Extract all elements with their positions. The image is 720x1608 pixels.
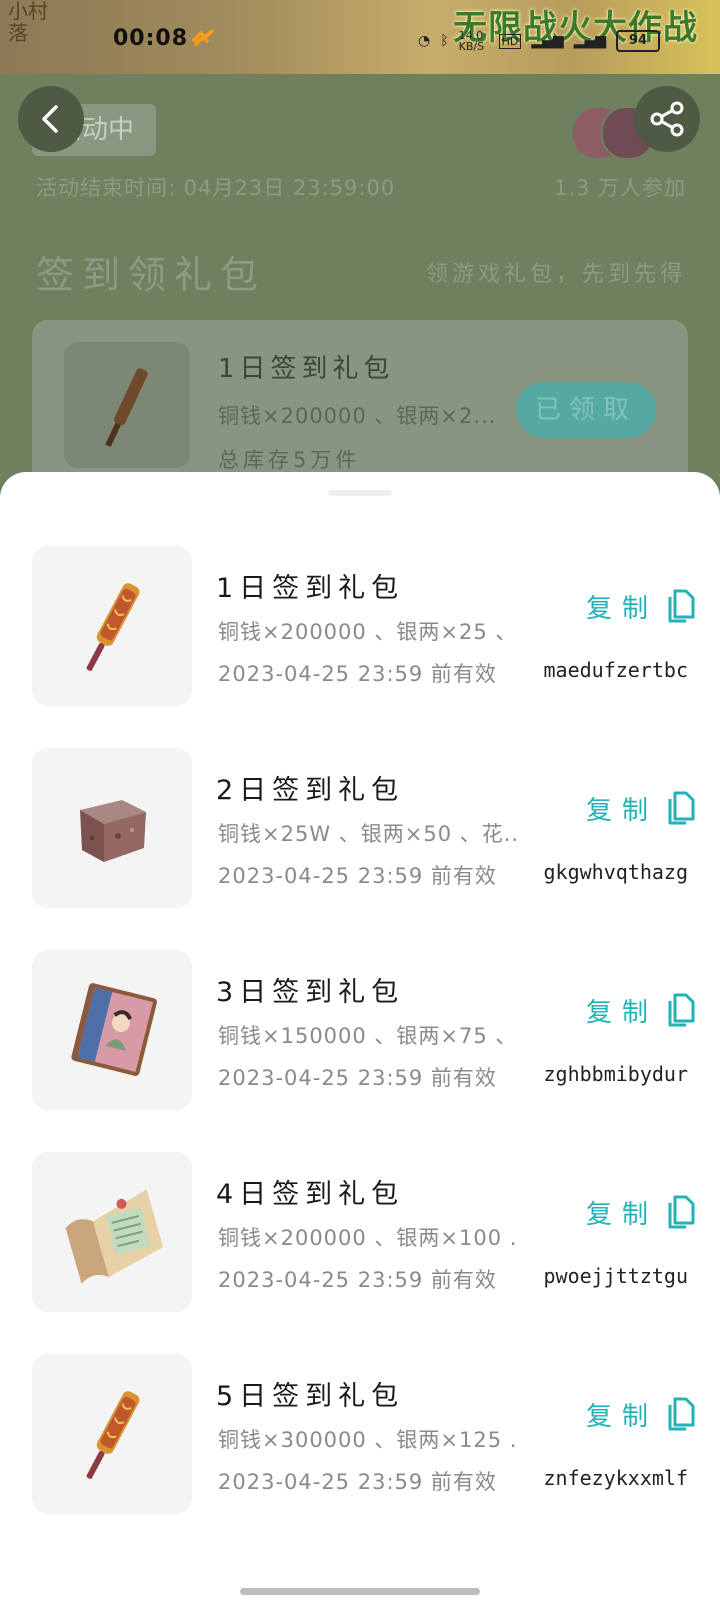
gift-desc: 铜钱×200000 、银两×100 ...: [218, 1226, 518, 1250]
scroll-rod-icon: [86, 583, 140, 671]
gift-title: 2日签到礼包: [216, 775, 405, 806]
copy-label: 复制: [586, 795, 659, 826]
home-indicator[interactable]: [240, 1588, 480, 1595]
alarm-icon: ◔: [418, 33, 431, 49]
list-item: 2日签到礼包 铜钱×25W 、银两×50 、花... 2023-04-25 23…: [0, 748, 720, 908]
battery-indicator: 94: [616, 30, 660, 52]
gift-valid-date: 2023-04-25 23:59 前有效: [218, 1066, 497, 1090]
gift-code[interactable]: zghbbmibydur: [544, 1062, 689, 1086]
portrait-book-icon: [71, 983, 157, 1076]
share-button[interactable]: [634, 86, 700, 152]
gift-code[interactable]: maedufzertbc: [544, 658, 689, 682]
paper-scroll-icon: [65, 1189, 164, 1284]
gift-thumbnail: [32, 748, 192, 908]
copy-button[interactable]: 复制: [586, 1192, 696, 1232]
gift-code[interactable]: gkgwhvqthazg: [544, 860, 689, 884]
gift-thumbnail: [32, 1152, 192, 1312]
stone-block-icon: [80, 800, 146, 862]
hd-badge: HD: [498, 33, 522, 49]
bluetooth-icon: ᛒ: [440, 33, 449, 49]
status-icons: ◔ ᛒ 14.0 KB/S HD ▂▄▆ ▂▄▆ 94: [418, 30, 660, 52]
status-time: 00:08: [113, 26, 189, 51]
gift-title: 4日签到礼包: [216, 1179, 405, 1210]
scroll-rod-icon: [105, 368, 148, 448]
list-item: 3日签到礼包 铜钱×150000 、银两×75 、... 2023-04-25 …: [0, 950, 720, 1110]
copy-button[interactable]: 复制: [586, 586, 696, 626]
signal-icon-2: ▂▄▆: [573, 33, 606, 49]
copy-button[interactable]: 复制: [586, 788, 696, 828]
copy-icon: [668, 993, 695, 1027]
gift-desc: 铜钱×300000 、银两×125 ...: [218, 1428, 518, 1452]
gift-thumbnail: [64, 342, 190, 468]
gift-card-title: 1日签到礼包: [218, 354, 395, 384]
claimed-button[interactable]: 已领取: [516, 382, 656, 438]
banner-logo: 小村落: [8, 0, 48, 45]
gift-code[interactable]: pwoejjttztgu: [544, 1264, 689, 1288]
gift-thumbnail: [32, 1354, 192, 1514]
gift-title: 5日签到礼包: [216, 1381, 405, 1412]
gift-desc: 铜钱×200000 、银两×25 、...: [218, 620, 518, 644]
gift-desc: 铜钱×25W 、银两×50 、花...: [218, 822, 518, 846]
list-item: 5日签到礼包 铜钱×300000 、银两×125 ... 2023-04-25 …: [0, 1354, 720, 1514]
section-title: 签到领礼包: [36, 253, 267, 297]
gift-valid-date: 2023-04-25 23:59 前有效: [218, 864, 497, 888]
activity-page: 小村落 无限战火大作战 00:08 ◔ ᛒ 14.0 KB/S HD ▂▄▆ ▂…: [0, 0, 720, 520]
gift-desc: 铜钱×150000 、银两×75 、...: [218, 1024, 518, 1048]
copy-icon: [668, 1397, 695, 1431]
copy-icon: [668, 589, 695, 623]
copy-label: 复制: [586, 1199, 659, 1230]
section-subtitle: 领游戏礼包，先到先得: [425, 262, 686, 287]
copy-label: 复制: [586, 997, 659, 1028]
chevron-left-icon: [42, 105, 58, 133]
copy-button[interactable]: 复制: [586, 990, 696, 1030]
sheet-grabber[interactable]: [328, 490, 392, 496]
gift-title: 3日签到礼包: [216, 977, 405, 1008]
copy-icon: [668, 791, 695, 825]
net-speed: 14.0 KB/S: [458, 29, 485, 53]
participant-count: 1.3 万人参加: [553, 176, 686, 200]
activity-end-time: 活动结束时间: 04月23日 23:59:00: [36, 176, 396, 200]
gift-code-sheet: 1日签到礼包 铜钱×200000 、银两×25 、... 2023-04-25 …: [0, 472, 720, 1608]
copy-label: 复制: [586, 593, 659, 624]
scroll-rod-icon: [86, 1391, 140, 1479]
gift-valid-date: 2023-04-25 23:59 前有效: [218, 1268, 497, 1292]
gift-thumbnail: [32, 546, 192, 706]
gift-card-stock: 总库存5万件: [218, 448, 361, 472]
copy-button[interactable]: 复制: [586, 1394, 696, 1434]
gift-code[interactable]: znfezykxxmlf: [544, 1466, 689, 1490]
gift-valid-date: 2023-04-25 23:59 前有效: [218, 662, 497, 686]
copy-icon: [668, 1195, 695, 1229]
gift-card-desc: 铜钱×200000 、银两×2...: [218, 404, 497, 428]
gift-thumbnail: [32, 950, 192, 1110]
share-icon: [650, 101, 684, 137]
gift-valid-date: 2023-04-25 23:59 前有效: [218, 1470, 497, 1494]
gift-title: 1日签到礼包: [216, 573, 405, 604]
list-item: 1日签到礼包 铜钱×200000 、银两×25 、... 2023-04-25 …: [0, 546, 720, 706]
banner: 小村落 无限战火大作战 00:08 ◔ ᛒ 14.0 KB/S HD ▂▄▆ ▂…: [0, 0, 720, 74]
signal-icon: ▂▄▆: [531, 33, 564, 49]
back-button[interactable]: [18, 86, 84, 152]
copy-label: 复制: [586, 1401, 659, 1432]
list-item: 4日签到礼包 铜钱×200000 、银两×100 ... 2023-04-25 …: [0, 1152, 720, 1312]
activity-heart-icon: [192, 30, 214, 46]
